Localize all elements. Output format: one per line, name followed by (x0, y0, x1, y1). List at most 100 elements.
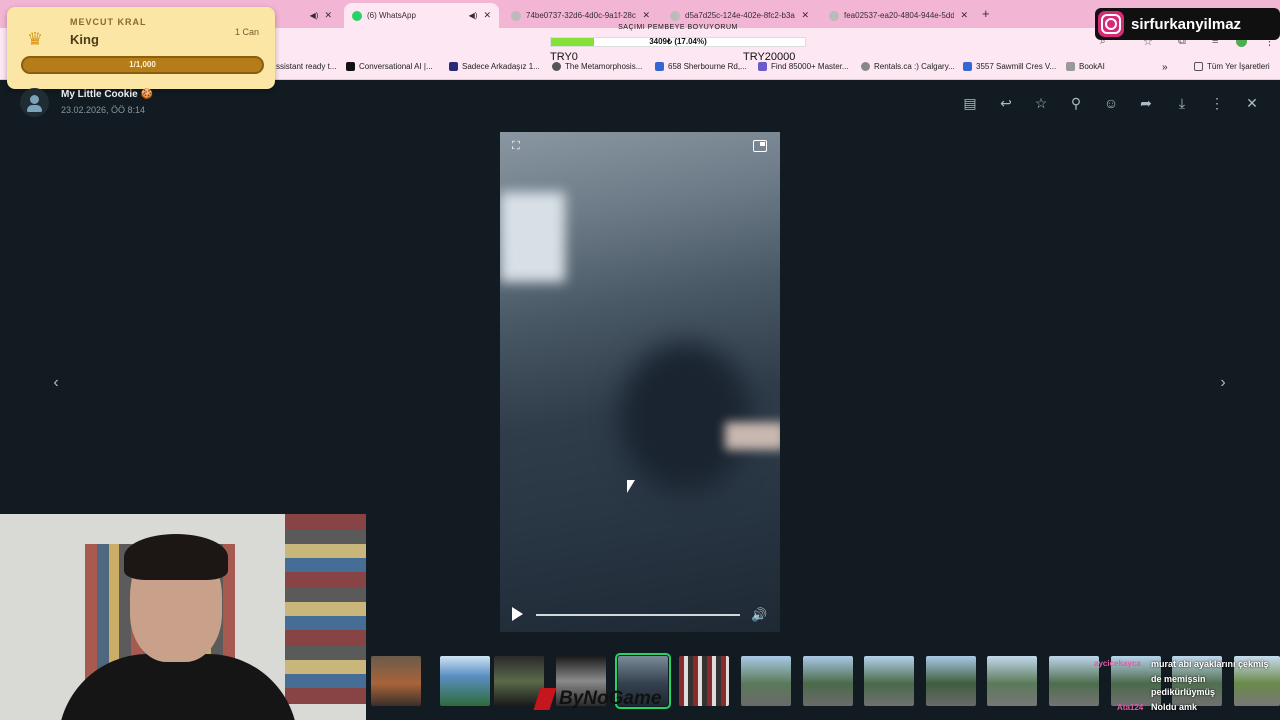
download-icon[interactable]: ⤓ (1173, 94, 1191, 112)
media-thumbnail[interactable] (864, 656, 914, 706)
new-tab-button[interactable]: + (982, 6, 990, 21)
donation-min-label: TRY0 (550, 51, 578, 63)
tab-title: fea02537-ea20-4804-944e-5dd (844, 11, 955, 20)
donation-amount: 3409₺ (17.04%) (649, 37, 707, 46)
all-bookmarks-item[interactable]: Tüm Yer İşaretleri (1194, 62, 1270, 71)
video-progress-slider[interactable] (536, 614, 740, 616)
bookmark-item[interactable]: Rentals.ca :) Calgary... (861, 62, 955, 71)
instagram-badge: sirfurkanyilmaz (1095, 8, 1280, 40)
globe-icon (829, 10, 839, 21)
chat-message: murat abi ayaklarını çekmiş (1151, 659, 1269, 669)
volume-icon[interactable]: 🔊 (751, 607, 767, 623)
tab-title: 74be0737-32d6-4d0c-9a1f-28c (526, 11, 636, 20)
next-media-icon[interactable]: › (1214, 374, 1232, 392)
bookmark-icon (963, 62, 972, 71)
bookmark-item[interactable]: Conversational AI |... (346, 62, 433, 71)
bookmark-icon (449, 62, 458, 71)
bookmark-label: Sadece Arkadaşız 1... (462, 62, 540, 71)
previous-media-icon[interactable]: ‹ (47, 374, 65, 392)
globe-icon (670, 10, 680, 21)
bookmark-label: Rentals.ca :) Calgary... (874, 62, 955, 71)
folder-icon (1066, 62, 1075, 71)
king-label: MEVCUT KRAL (70, 17, 147, 27)
bookmark-label: 3557 Sawmill Cres V... (976, 62, 1057, 71)
speaker-icon[interactable]: ◀) (310, 11, 319, 20)
wall-posters (285, 514, 366, 704)
bynogame-logo-text: ByNoGame (559, 688, 662, 709)
browser-tab[interactable]: fea02537-ea20-4804-944e-5dd ✕ (821, 3, 976, 28)
bynogame-watermark: ByNoGame (533, 688, 662, 710)
chat-message: pedikürlüymüş (1151, 687, 1216, 697)
bookmark-label: BookAI (1079, 62, 1105, 71)
message-icon[interactable]: ▤ (961, 94, 979, 112)
star-icon[interactable]: ☆ (1032, 94, 1050, 112)
bookmark-item[interactable]: Sadece Arkadaşız 1... (449, 62, 540, 71)
globe-icon (511, 10, 521, 21)
picture-in-picture-icon[interactable] (753, 140, 767, 152)
chat-username: aycicekayca (1094, 659, 1141, 668)
close-tab-icon[interactable]: ✕ (960, 10, 968, 21)
bookmark-icon (346, 62, 355, 71)
king-progress-bar: 1/1,000 (21, 56, 264, 74)
close-tab-icon[interactable]: ✕ (324, 10, 332, 21)
play-icon[interactable] (512, 607, 523, 621)
sender-avatar[interactable] (20, 88, 49, 117)
video-frame-shadow (620, 342, 750, 492)
pin-icon[interactable]: ⚲ (1067, 94, 1085, 112)
browser-tab-whatsapp[interactable]: (6) WhatsApp ◀) ✕ (344, 3, 499, 28)
crown-icon: ♛ (27, 29, 44, 49)
instagram-handle: sirfurkanyilmaz (1131, 15, 1242, 33)
close-tab-icon[interactable]: ✕ (642, 10, 650, 21)
king-progress-text: 1/1,000 (129, 60, 156, 69)
bookmark-item[interactable]: 3557 Sawmill Cres V... (963, 62, 1056, 71)
reply-icon[interactable]: ↩ (997, 94, 1015, 112)
donation-goal-widget: SAÇIMI PEMBEYE BOYUYORUM 3409₺ (17.04%) … (548, 24, 808, 64)
fullscreen-icon[interactable]: ⛶ (512, 140, 524, 152)
chat-username: Ata124 (1117, 703, 1144, 712)
speaker-icon[interactable]: ◀) (469, 11, 478, 20)
bookmark-item[interactable]: ssistant ready t... (276, 62, 336, 71)
streamer-webcam (0, 514, 366, 720)
bookmark-label: ssistant ready t... (276, 62, 337, 71)
bookmark-item[interactable]: BookAI (1066, 62, 1105, 71)
donation-title: SAÇIMI PEMBEYE BOYUYORUM (618, 24, 738, 31)
chat-message: Noldu amk (1151, 702, 1198, 712)
bynogame-logo-icon (533, 688, 557, 710)
tab-title: (6) WhatsApp (367, 11, 416, 20)
bookmark-icon (861, 62, 870, 71)
tab-title: d5a7d25c-124e-402e-8fc2-b3a (685, 11, 795, 20)
media-thumbnail[interactable] (926, 656, 976, 706)
media-thumbnail[interactable] (987, 656, 1037, 706)
streamer-hair (124, 534, 228, 580)
folder-icon (1194, 62, 1203, 71)
video-frame-highlight (500, 192, 565, 282)
video-player[interactable] (500, 132, 780, 632)
whatsapp-icon (352, 10, 362, 21)
stream-chat-overlay: aycicekayca murat abi ayaklarını çekmiş … (1093, 656, 1280, 716)
forward-icon[interactable]: ➦ (1137, 94, 1155, 112)
mouse-cursor-icon (627, 480, 635, 493)
media-thumbnail[interactable] (679, 656, 729, 706)
donation-max-label: TRY20000 (743, 51, 796, 63)
close-icon[interactable]: ✕ (1243, 94, 1261, 112)
king-name: King (70, 32, 99, 47)
close-tab-icon[interactable]: ✕ (801, 10, 809, 21)
sender-name: My Little Cookie 🍪 (61, 89, 153, 100)
media-thumbnail[interactable] (371, 656, 421, 706)
menu-icon[interactable]: ⋮ (1208, 94, 1226, 112)
media-thumbnail[interactable] (803, 656, 853, 706)
sender-date: 23.02.2026, ÖÖ 8:14 (61, 105, 146, 115)
close-tab-icon[interactable]: ✕ (483, 10, 491, 21)
video-frame-detail (725, 422, 780, 450)
chat-message: de memişsin (1151, 674, 1206, 684)
instagram-icon (1098, 11, 1124, 37)
more-bookmarks-button[interactable]: » (1162, 62, 1168, 73)
media-thumbnail[interactable] (1049, 656, 1099, 706)
emoji-icon[interactable]: ☺ (1102, 94, 1120, 112)
media-thumbnail[interactable] (741, 656, 791, 706)
bookmark-label: Conversational AI |... (359, 62, 433, 71)
current-king-widget: ♛ MEVCUT KRAL King 1 Can 1/1,000 (7, 7, 275, 89)
king-lives: 1 Can (235, 27, 260, 37)
media-thumbnail[interactable] (440, 656, 490, 706)
bookmark-label: Tüm Yer İşaretleri (1207, 62, 1270, 71)
